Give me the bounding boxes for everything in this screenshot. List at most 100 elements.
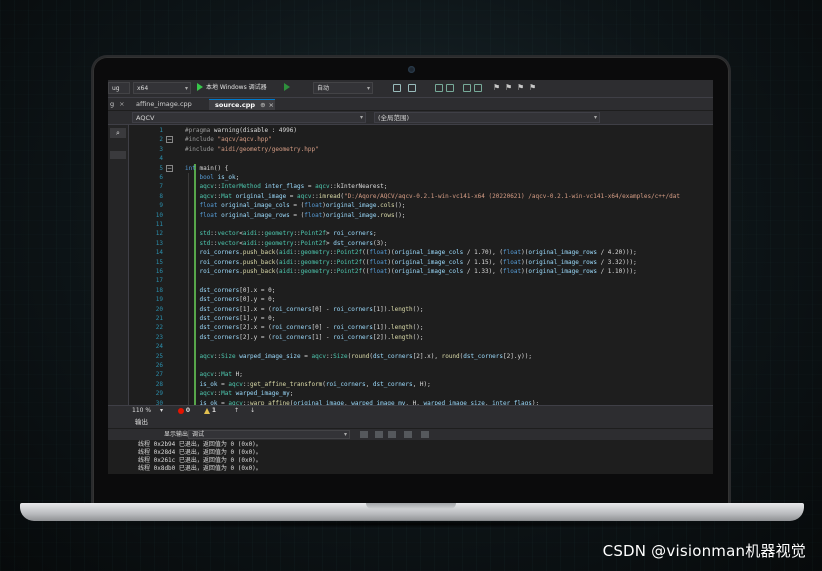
next-message-icon[interactable] — [388, 431, 396, 438]
bookmark-next-icon[interactable]: ⚑ — [517, 83, 524, 93]
output-toolbar: 显示输出来源(S): 调试▾ — [108, 429, 713, 440]
line-number: 27 — [155, 371, 163, 379]
config-dropdown[interactable]: ug — [108, 82, 130, 94]
code-line[interactable]: aqcv::Size warped_image_size = aqcv::Siz… — [185, 352, 531, 361]
line-number: 14 — [155, 249, 163, 257]
clear-all-icon[interactable] — [404, 431, 412, 438]
search-icon[interactable]: ⌕ — [110, 128, 126, 138]
window-icon[interactable] — [393, 84, 401, 92]
scope-dropdown[interactable]: (全局范围) ▾ — [374, 112, 600, 123]
navigation-bar: AQCV ▾ (全局范围) ▾ — [108, 111, 713, 125]
code-line[interactable]: std::vector<aidi::geometry::Point2f> roi… — [185, 229, 376, 238]
warning-indicator[interactable]: 1 — [204, 406, 216, 416]
indent-guide — [188, 173, 189, 405]
code-line[interactable]: dst_corners[2].x = (roi_corners[0] - roi… — [185, 323, 423, 332]
find-icon[interactable] — [360, 431, 368, 438]
zoom-level[interactable]: 110 % — [132, 406, 151, 416]
line-number: 13 — [155, 239, 163, 247]
output-source-dropdown[interactable]: 调试 ▾ — [188, 430, 350, 439]
mode-dropdown[interactable]: 自动 ▾ — [313, 82, 373, 94]
line-number: 22 — [155, 324, 163, 332]
output-line: 线程 0x261c 已退出，返回值为 0 (0x0)。 — [138, 457, 262, 464]
code-line[interactable]: dst_corners[0].y = 0; — [185, 295, 275, 304]
code-line[interactable]: dst_corners[0].x = 0; — [185, 286, 275, 295]
code-line[interactable]: aqcv::Mat H; — [185, 370, 242, 379]
code-line[interactable]: aqcv::InterMethod inter_flags = aqcv::kI… — [185, 182, 387, 191]
close-icon[interactable]: × — [269, 101, 274, 109]
code-line[interactable]: dst_corners[1].y = 0; — [185, 314, 275, 323]
line-number: 16 — [155, 268, 163, 275]
screen-icon[interactable] — [408, 84, 416, 92]
line-number: 2 — [159, 136, 163, 144]
scope-name: (全局范围) — [378, 114, 410, 122]
code-line[interactable]: aqcv::Mat original_image = aqcv::imread(… — [185, 192, 680, 201]
editor-status-bar: 110 % ▾ 0 1 ↑ ↓ — [108, 405, 713, 416]
output-source-value: 调试 — [192, 431, 205, 438]
close-icon[interactable]: × — [119, 100, 124, 108]
line-number: 21 — [155, 315, 163, 322]
chevron-down-icon: ▾ — [343, 431, 347, 438]
line-number: 5 — [159, 164, 163, 172]
line-number: 12 — [155, 230, 163, 238]
run-debugger-button[interactable]: 本地 Windows 调试器 — [206, 82, 267, 94]
line-number: 24 — [155, 343, 163, 351]
bookmark-icon[interactable]: ⚑ — [493, 83, 500, 93]
warning-count: 1 — [211, 407, 217, 414]
error-count: 0 — [185, 407, 191, 414]
fold-toggle-icon[interactable]: − — [166, 136, 173, 144]
word-wrap-icon[interactable] — [421, 431, 429, 438]
line-number: 28 — [155, 380, 163, 388]
platform-dropdown[interactable]: x64 ▾ — [133, 82, 191, 94]
code-line[interactable]: #include "aqcv/aqcv.hpp" — [185, 135, 272, 144]
chevron-down-icon[interactable]: ▾ — [160, 406, 163, 416]
uncomment-icon[interactable] — [474, 84, 482, 92]
code-line[interactable]: roi_corners.push_back(aidi::geometry::Po… — [185, 258, 636, 267]
output-panel: 输出 显示输出来源(S): 调试▾ 线程 0x2b94 已退出，返回值为 0 (… — [108, 416, 713, 474]
bookmark-clear-icon[interactable]: ⚑ — [529, 83, 536, 93]
prev-message-icon[interactable] — [375, 431, 383, 438]
code-line[interactable]: #include "aidi/geometry/geometry.hpp" — [185, 145, 319, 154]
tab-label: source.cpp — [215, 101, 256, 109]
play-icon[interactable] — [197, 83, 203, 91]
tab-affine-image[interactable]: affine_image.cpp — [130, 99, 198, 110]
line-number: 19 — [155, 296, 163, 304]
code-line[interactable]: int main() { — [185, 164, 228, 173]
project-dropdown[interactable]: AQCV ▾ — [132, 112, 366, 123]
arrow-up-icon[interactable]: ↑ — [234, 406, 239, 416]
align-icon[interactable] — [435, 84, 443, 92]
bookmark-prev-icon[interactable]: ⚑ — [505, 83, 512, 93]
code-line[interactable]: aqcv::Mat warped_image_my; — [185, 389, 293, 398]
tab-fragment-label: g — [110, 100, 115, 108]
code-line[interactable]: dst_corners[1].x = (roi_corners[0] - roi… — [185, 305, 423, 314]
line-number: 4 — [159, 155, 163, 163]
code-line[interactable]: roi_corners.push_back(aidi::geometry::Po… — [185, 248, 636, 257]
tab-source[interactable]: source.cpp ⊕ × — [209, 99, 275, 110]
code-line[interactable]: float original_image_rows = (float)origi… — [185, 211, 405, 220]
ide-screen: ug x64 ▾ 本地 Windows 调试器 自动 ▾ ⚑ ⚑ ⚑ ⚑ g × af… — [108, 80, 713, 474]
indent-icon[interactable] — [446, 84, 454, 92]
run-without-debug-icon[interactable] — [284, 83, 290, 91]
webcam — [408, 66, 415, 73]
explorer-item[interactable] — [110, 151, 126, 159]
error-icon — [178, 407, 184, 414]
code-editor[interactable]: #pragma warning(disable : 4996) #include … — [185, 125, 713, 405]
code-line[interactable]: #pragma warning(disable : 4996) — [185, 126, 297, 135]
line-number: 9 — [159, 202, 163, 210]
line-number: 17 — [155, 277, 163, 285]
code-line[interactable]: is_ok = aqcv::get_affine_transform(roi_c… — [185, 380, 430, 389]
comment-icon[interactable] — [463, 84, 471, 92]
pin-icon[interactable]: ⊕ — [260, 101, 265, 109]
code-line[interactable]: dst_corners[2].y = (roi_corners[1] - roi… — [185, 333, 423, 342]
line-number: 11 — [155, 221, 163, 228]
error-indicator[interactable]: 0 — [178, 406, 190, 416]
code-line[interactable]: roi_corners.push_back(aidi::geometry::Po… — [185, 267, 636, 276]
code-line[interactable]: bool is_ok; — [185, 173, 239, 182]
arrow-down-icon[interactable]: ↓ — [250, 406, 255, 416]
code-line[interactable]: std::vector<aidi::geometry::Point2f> dst… — [185, 239, 387, 248]
output-line: 线程 0x8db0 已退出，返回值为 0 (0x0)。 — [138, 465, 262, 472]
tab-fragment[interactable]: g × — [108, 99, 127, 110]
line-number: 25 — [155, 352, 163, 360]
project-name: AQCV — [136, 114, 155, 122]
code-line[interactable]: float original_image_cols = (float)origi… — [185, 201, 405, 210]
fold-toggle-icon[interactable]: − — [166, 164, 173, 172]
